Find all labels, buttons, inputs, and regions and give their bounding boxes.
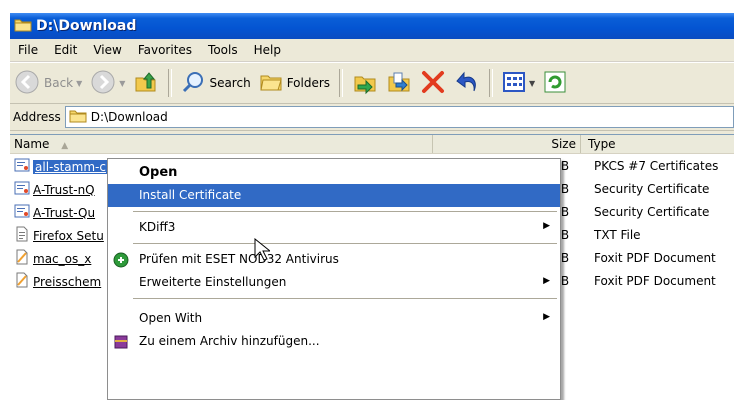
back-arrow-icon bbox=[14, 69, 40, 98]
folders-label: Folders bbox=[286, 76, 331, 90]
file-name: A-Trust-Qu bbox=[33, 205, 96, 220]
toolbar-separator bbox=[168, 69, 173, 97]
submenu-arrow-icon: ▶ bbox=[543, 276, 550, 286]
address-value: D:\Download bbox=[90, 110, 168, 124]
file-name: mac_os_x bbox=[33, 251, 92, 266]
menu-bar: File Edit View Favorites Tools Help bbox=[10, 39, 734, 62]
folder-icon bbox=[14, 17, 32, 36]
undo-icon bbox=[454, 69, 480, 98]
delete-button[interactable] bbox=[416, 66, 450, 100]
winrar-archive-icon bbox=[113, 334, 129, 353]
menu-item-open-with-label: Open With bbox=[139, 311, 203, 325]
search-label: Search bbox=[209, 76, 251, 90]
forward-arrow-icon bbox=[90, 69, 116, 98]
folder-icon bbox=[69, 108, 87, 126]
views-dropdown-icon[interactable]: ▼ bbox=[529, 79, 535, 88]
back-dropdown-icon[interactable]: ▼ bbox=[76, 79, 82, 88]
mouse-cursor-icon bbox=[254, 237, 272, 265]
menu-edit[interactable]: Edit bbox=[46, 43, 85, 57]
file-name: A-Trust-nQ bbox=[33, 182, 95, 197]
menu-item-kdiff3-label: KDiff3 bbox=[139, 220, 176, 234]
menu-item-open-label: Open bbox=[139, 165, 178, 180]
menu-item-add-to-archive-label: Zu einem Archiv hinzufügen... bbox=[139, 334, 320, 348]
file-type: PKCS #7 Certificates bbox=[594, 159, 719, 173]
file-name: all-stamm-c bbox=[33, 159, 108, 174]
move-to-button[interactable] bbox=[348, 66, 382, 100]
menu-help[interactable]: Help bbox=[246, 43, 289, 57]
eset-antivirus-icon bbox=[113, 252, 129, 271]
certificate-icon bbox=[14, 180, 30, 199]
address-label: Address bbox=[13, 110, 61, 124]
folders-icon bbox=[259, 70, 283, 97]
menu-item-advanced-settings-label: Erweiterte Einstellungen bbox=[139, 275, 287, 289]
address-bar: Address D:\Download bbox=[10, 104, 734, 131]
submenu-arrow-icon: ▶ bbox=[543, 312, 550, 322]
menu-item-install-certificate-label: Install Certificate bbox=[139, 188, 242, 202]
column-header: Name ▲ Size Type bbox=[10, 135, 734, 154]
refresh-button[interactable] bbox=[539, 66, 571, 100]
column-size[interactable]: Size bbox=[433, 135, 581, 153]
menu-item-kdiff3[interactable]: KDiff3 ▶ bbox=[108, 216, 560, 239]
menu-separator bbox=[133, 298, 557, 299]
file-name: Preisschem bbox=[33, 274, 102, 289]
sort-ascending-icon: ▲ bbox=[61, 141, 69, 151]
search-button[interactable]: Search bbox=[177, 66, 254, 100]
delete-x-icon bbox=[420, 69, 446, 98]
context-menu: Open Install Certificate KDiff3 ▶ Prüfen… bbox=[107, 158, 561, 400]
views-icon bbox=[502, 70, 526, 97]
file-type: Security Certificate bbox=[594, 205, 710, 219]
undo-button[interactable] bbox=[450, 66, 484, 100]
copy-to-button[interactable] bbox=[382, 66, 416, 100]
views-button[interactable]: ▼ bbox=[498, 66, 539, 100]
up-folder-icon bbox=[133, 69, 159, 98]
address-input[interactable]: D:\Download bbox=[64, 106, 734, 128]
certificate-icon bbox=[14, 157, 30, 176]
menu-file[interactable]: File bbox=[10, 43, 46, 57]
submenu-arrow-icon: ▶ bbox=[543, 221, 550, 231]
search-icon bbox=[181, 70, 205, 97]
copy-to-folder-icon bbox=[386, 69, 412, 98]
pdf-icon bbox=[14, 272, 30, 291]
menu-item-open[interactable]: Open bbox=[108, 161, 560, 184]
menu-item-install-certificate[interactable]: Install Certificate bbox=[108, 184, 560, 207]
file-type: Foxit PDF Document bbox=[594, 251, 716, 265]
back-label: Back bbox=[44, 76, 74, 90]
menu-item-add-to-archive[interactable]: Zu einem Archiv hinzufügen... bbox=[108, 330, 560, 353]
column-name-label: Name bbox=[14, 137, 50, 151]
forward-button[interactable]: ▼ bbox=[86, 66, 129, 100]
menu-tools[interactable]: Tools bbox=[200, 43, 246, 57]
menu-separator bbox=[133, 243, 557, 244]
up-folder-button[interactable] bbox=[129, 66, 163, 100]
menu-view[interactable]: View bbox=[85, 43, 129, 57]
toolbar-separator bbox=[489, 69, 494, 97]
file-name: Firefox Setu bbox=[33, 228, 104, 243]
column-type[interactable]: Type bbox=[584, 135, 734, 153]
menu-separator bbox=[133, 211, 557, 212]
menu-item-open-with[interactable]: Open With ▶ bbox=[108, 307, 560, 330]
menu-item-advanced-settings[interactable]: Erweiterte Einstellungen ▶ bbox=[108, 271, 560, 294]
toolbar-separator bbox=[339, 69, 344, 97]
file-type: Foxit PDF Document bbox=[594, 274, 716, 288]
back-button[interactable]: Back ▼ bbox=[10, 66, 86, 100]
window-title: D:\Download bbox=[36, 18, 137, 34]
file-type: TXT File bbox=[594, 228, 641, 242]
title-bar[interactable]: D:\Download bbox=[10, 13, 734, 39]
forward-dropdown-icon[interactable]: ▼ bbox=[119, 79, 125, 88]
menu-item-eset-scan[interactable]: Prüfen mit ESET NOD32 Antivirus bbox=[108, 248, 560, 271]
standard-toolbar: Back ▼ ▼ Search Folders ▼ bbox=[10, 62, 734, 104]
folders-button[interactable]: Folders bbox=[255, 66, 334, 100]
text-file-icon bbox=[14, 226, 30, 245]
pdf-icon bbox=[14, 249, 30, 268]
column-name[interactable]: Name ▲ bbox=[10, 135, 433, 153]
certificate-icon bbox=[14, 203, 30, 222]
file-type: Security Certificate bbox=[594, 182, 710, 196]
move-to-folder-icon bbox=[352, 69, 378, 98]
menu-favorites[interactable]: Favorites bbox=[130, 43, 200, 57]
refresh-icon bbox=[543, 70, 567, 97]
menu-item-eset-scan-label: Prüfen mit ESET NOD32 Antivirus bbox=[139, 252, 339, 266]
